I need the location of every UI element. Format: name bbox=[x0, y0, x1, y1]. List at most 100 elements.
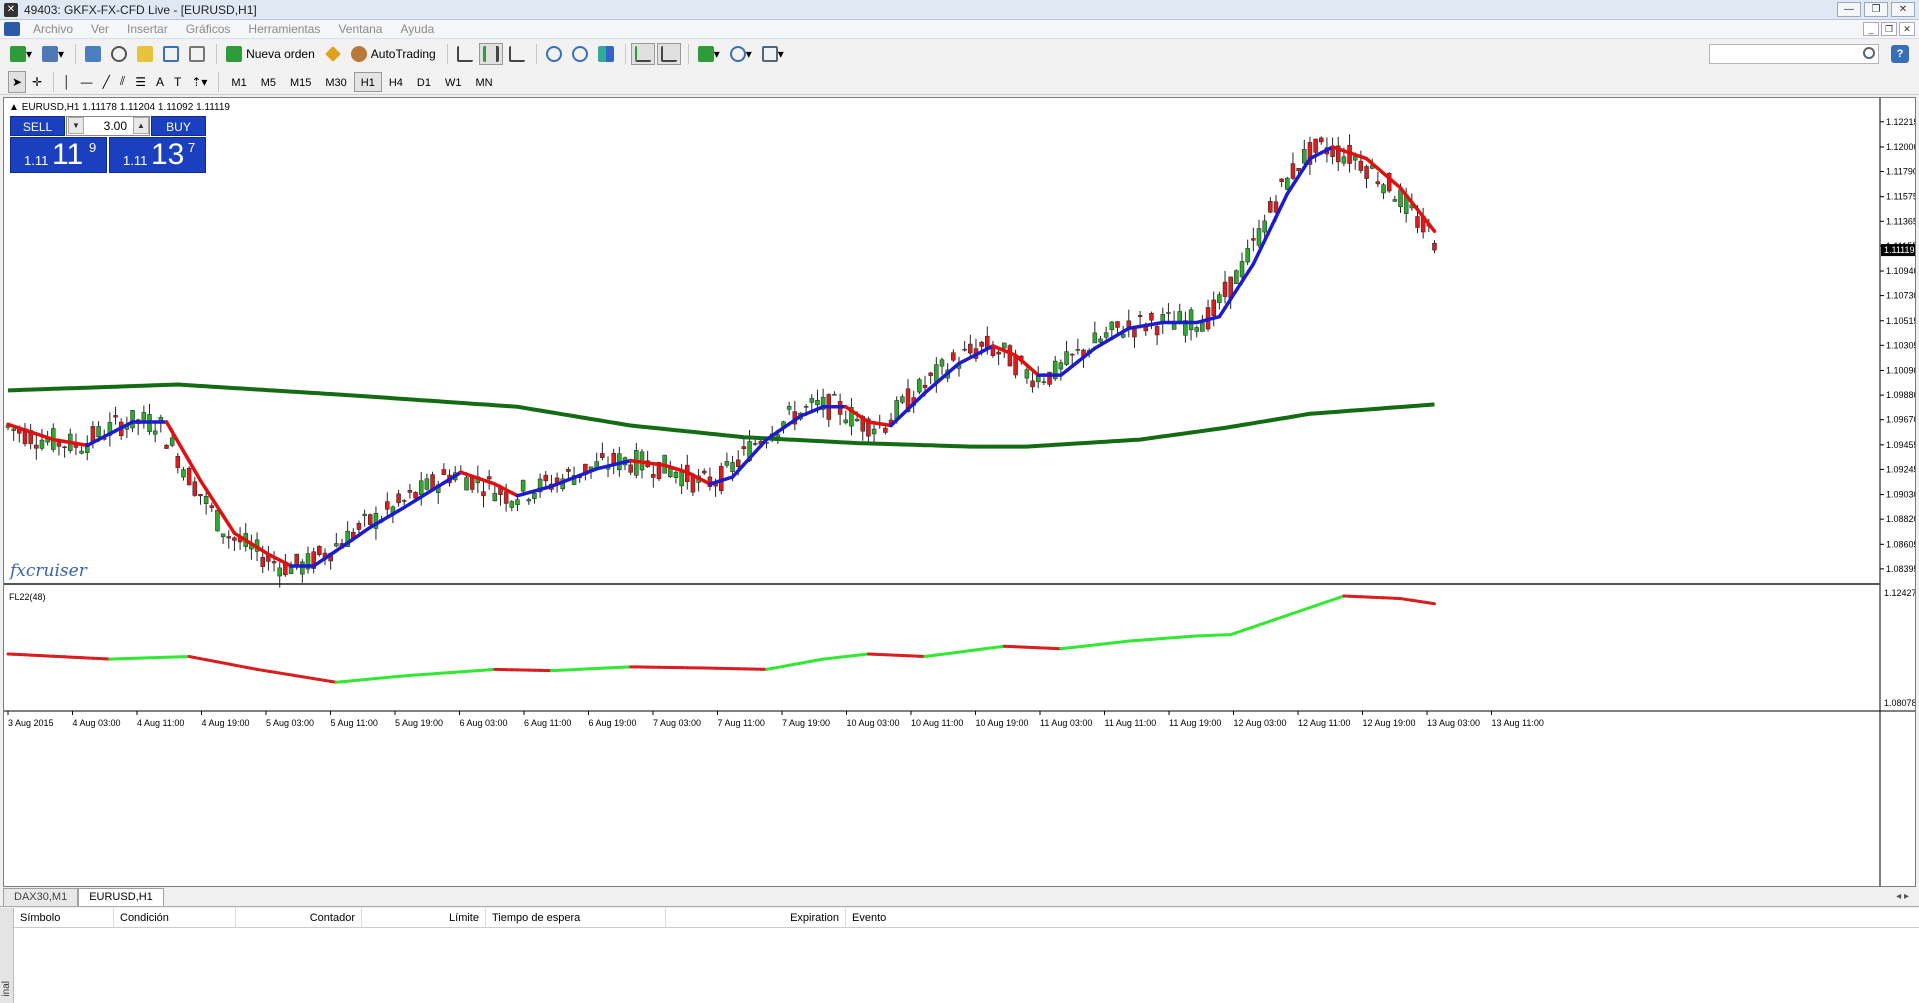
help-button[interactable]: ? bbox=[1891, 45, 1909, 63]
navigator-button[interactable] bbox=[133, 43, 157, 65]
column-condicion[interactable]: Condición bbox=[114, 908, 236, 928]
candle-body bbox=[334, 543, 339, 547]
lot-increase-button[interactable]: ▲ bbox=[133, 117, 149, 134]
candle-body bbox=[396, 493, 401, 504]
text-label-tool[interactable]: T bbox=[170, 71, 185, 93]
column-tiempo-espera[interactable]: Tiempo de espera bbox=[486, 908, 666, 928]
bar-chart-button[interactable] bbox=[453, 43, 477, 65]
time-tick-label: 7 Aug 03:00 bbox=[653, 718, 701, 728]
market-watch-button[interactable] bbox=[81, 43, 105, 65]
chart-window[interactable]: 1.122151.120001.117901.115751.113651.111… bbox=[3, 97, 1916, 887]
timeframe-m15[interactable]: M15 bbox=[283, 72, 318, 92]
time-tick-label: 10 Aug 03:00 bbox=[847, 718, 900, 728]
data-window-button[interactable] bbox=[107, 43, 131, 65]
timeframe-w1[interactable]: W1 bbox=[438, 72, 469, 92]
horizontal-line-tool[interactable]: — bbox=[77, 71, 97, 93]
crosshair-icon: ✛ bbox=[32, 74, 43, 89]
candle-body bbox=[1234, 270, 1239, 284]
menu-ventana[interactable]: Ventana bbox=[329, 22, 391, 36]
new-order-button[interactable]: Nueva orden bbox=[222, 43, 319, 65]
line-chart-button[interactable] bbox=[505, 43, 529, 65]
candle-body bbox=[1296, 168, 1301, 171]
tab-eurusd[interactable]: EURUSD,H1 bbox=[78, 888, 164, 906]
buy-button[interactable]: BUY bbox=[151, 116, 206, 136]
profiles-button[interactable]: ▾ bbox=[38, 43, 68, 65]
new-order-label: Nueva orden bbox=[246, 47, 315, 61]
terminal-button[interactable] bbox=[159, 43, 183, 65]
candle-body bbox=[1007, 345, 1013, 367]
equidistant-channel-tool[interactable]: ⫽ bbox=[116, 71, 129, 93]
tile-windows-button[interactable] bbox=[594, 43, 618, 65]
column-limite[interactable]: Límite bbox=[362, 908, 486, 928]
tab-dax30[interactable]: DAX30,M1 bbox=[3, 888, 79, 906]
menu-graficos[interactable]: Gráficos bbox=[177, 22, 240, 36]
candle-body bbox=[1075, 349, 1081, 351]
fibonacci-tool[interactable]: ☰ bbox=[131, 71, 150, 93]
crosshair-tool[interactable]: ✛ bbox=[28, 71, 46, 93]
chart-window-icon[interactable] bbox=[4, 22, 20, 36]
candle-body bbox=[464, 477, 469, 491]
menu-archivo[interactable]: Archivo bbox=[24, 22, 82, 36]
column-contador[interactable]: Contador bbox=[236, 908, 362, 928]
mdi-close-button[interactable]: ✕ bbox=[1899, 22, 1915, 36]
terminal-side-bar[interactable]: inal bbox=[0, 908, 14, 1003]
candle-body bbox=[203, 496, 209, 504]
price-chart-canvas[interactable]: 1.122151.120001.117901.115751.113651.111… bbox=[4, 98, 1915, 886]
indicators-button[interactable]: ▾ bbox=[694, 43, 724, 65]
vertical-line-tool[interactable]: │ bbox=[59, 71, 75, 93]
metaeditor-button[interactable] bbox=[321, 43, 345, 65]
auto-scroll-button[interactable] bbox=[630, 43, 655, 65]
candle-chart-button[interactable] bbox=[478, 43, 503, 65]
candle-body bbox=[786, 406, 792, 410]
zoom-in-button[interactable] bbox=[542, 43, 566, 65]
tester-button[interactable] bbox=[185, 43, 209, 65]
maximize-button[interactable]: ❐ bbox=[1864, 2, 1888, 17]
chart-shift-button[interactable] bbox=[656, 43, 681, 65]
menu-ver[interactable]: Ver bbox=[82, 22, 118, 36]
menu-herramientas[interactable]: Herramientas bbox=[239, 22, 329, 36]
tab-scroll-arrows[interactable]: ◂ ▸ bbox=[1896, 891, 1909, 902]
column-expiration[interactable]: Expiration bbox=[666, 908, 846, 928]
templates-icon bbox=[761, 46, 778, 62]
zoom-out-button[interactable] bbox=[568, 43, 592, 65]
minimize-button[interactable]: — bbox=[1837, 2, 1861, 17]
candle-body bbox=[1002, 342, 1007, 349]
sell-button[interactable]: SELL bbox=[10, 116, 65, 136]
candle-body bbox=[169, 437, 175, 446]
timeframe-d1[interactable]: D1 bbox=[410, 72, 438, 92]
timeframe-m30[interactable]: M30 bbox=[318, 72, 353, 92]
menu-insertar[interactable]: Insertar bbox=[118, 22, 177, 36]
time-tick-label: 6 Aug 11:00 bbox=[524, 718, 571, 728]
timeframe-mn[interactable]: MN bbox=[468, 72, 499, 92]
buy-price[interactable]: 1.11 13 7 bbox=[109, 137, 206, 173]
line-chart-icon bbox=[508, 46, 525, 62]
templates-button[interactable]: ▾ bbox=[758, 43, 788, 65]
mdi-minimize-button[interactable]: _ bbox=[1863, 22, 1879, 36]
timeframe-m5[interactable]: M5 bbox=[254, 72, 283, 92]
fibonacci-icon: ☰ bbox=[135, 74, 146, 89]
time-tick-label: 12 Aug 11:00 bbox=[1298, 718, 1350, 728]
column-simbolo[interactable]: Símbolo bbox=[14, 908, 114, 928]
candle-body bbox=[1217, 294, 1222, 303]
mdi-restore-button[interactable]: ❐ bbox=[1881, 22, 1897, 36]
column-evento[interactable]: Evento bbox=[846, 908, 1146, 928]
search-input[interactable] bbox=[1709, 44, 1879, 64]
timeframe-h1[interactable]: H1 bbox=[353, 71, 382, 92]
autotrading-button[interactable]: AutoTrading bbox=[347, 43, 440, 65]
candle-body bbox=[809, 398, 815, 403]
trendline-tool[interactable]: ╱ bbox=[99, 71, 114, 93]
periods-button[interactable]: ▾ bbox=[726, 43, 756, 65]
menu-ayuda[interactable]: Ayuda bbox=[391, 22, 443, 36]
timeframe-h4[interactable]: H4 bbox=[382, 72, 410, 92]
window-title: 49403: GKFX-FX-CFD Live - [EURUSD,H1] bbox=[24, 2, 257, 17]
text-tool[interactable]: A bbox=[152, 71, 168, 93]
sell-price[interactable]: 1.11 11 9 bbox=[10, 137, 107, 173]
candle-body bbox=[1358, 160, 1364, 171]
close-button[interactable]: ✕ bbox=[1891, 2, 1915, 17]
price-tick-label: 1.08605 bbox=[1886, 539, 1915, 549]
new-chart-button[interactable]: ▾ bbox=[6, 43, 36, 65]
timeframe-m1[interactable]: M1 bbox=[224, 72, 253, 92]
lot-decrease-button[interactable]: ▼ bbox=[68, 117, 84, 134]
cursor-tool[interactable]: ➤ bbox=[8, 70, 27, 93]
arrows-tool[interactable]: ⇡▾ bbox=[187, 71, 211, 93]
